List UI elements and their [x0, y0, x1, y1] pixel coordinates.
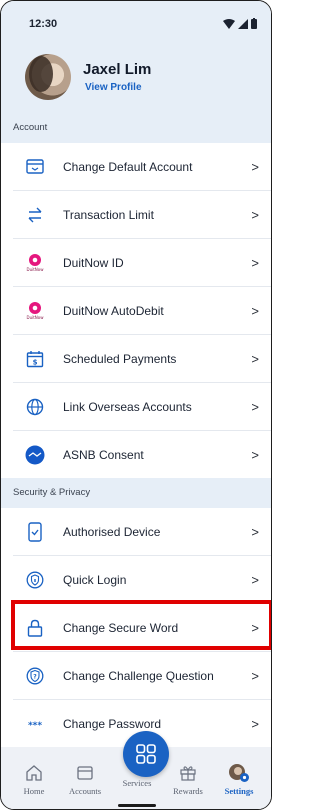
chevron-right-icon: > — [251, 255, 259, 270]
row-change-default-account[interactable]: Change Default Account > — [1, 143, 271, 190]
duitnow-icon: DuitNow — [25, 253, 45, 273]
avatar[interactable] — [25, 54, 71, 100]
chevron-right-icon: > — [251, 716, 259, 731]
wallet-icon — [60, 763, 110, 783]
duitnow-icon: DuitNow — [25, 301, 45, 321]
gift-icon — [163, 763, 213, 783]
status-bar: 12:30 — [1, 1, 271, 39]
shield-icon — [25, 570, 45, 590]
row-label: Change Password — [63, 716, 162, 731]
row-asnb-consent[interactable]: ASNB Consent > — [1, 431, 271, 478]
settings-screen: 12:30 Jaxel Lim View Profile Account Cha… — [0, 0, 272, 810]
row-duitnow-id[interactable]: DuitNow DuitNow ID > — [1, 239, 271, 286]
quick-login-highlight-box — [11, 600, 271, 650]
password-dots-icon: *** — [25, 714, 45, 734]
services-icon — [136, 744, 156, 764]
row-label: Transaction Limit — [63, 207, 154, 222]
services-fab[interactable] — [123, 731, 169, 777]
row-label: Quick Login — [63, 572, 127, 587]
row-label: Link Overseas Accounts — [63, 399, 192, 414]
chevron-right-icon: > — [251, 572, 259, 587]
row-label: Change Challenge Question — [63, 668, 214, 683]
nav-label: Settings — [224, 786, 254, 796]
nav-label: Rewards — [173, 786, 203, 796]
row-label: Authorised Device — [63, 524, 161, 539]
svg-text:DuitNow: DuitNow — [26, 315, 44, 320]
nav-accounts[interactable]: Accounts — [60, 763, 110, 796]
chevron-right-icon: > — [251, 524, 259, 539]
settings-avatar-icon — [214, 763, 264, 783]
nav-label: Accounts — [68, 786, 102, 796]
home-icon — [9, 763, 59, 783]
row-authorised-device[interactable]: Authorised Device > — [1, 508, 271, 555]
chevron-right-icon: > — [251, 207, 259, 222]
section-label-account: Account — [1, 113, 271, 143]
row-label: Change Default Account — [63, 159, 193, 174]
chevron-right-icon: > — [251, 447, 259, 462]
row-duitnow-autodebit[interactable]: DuitNow DuitNow AutoDebit > — [1, 287, 271, 334]
nav-home[interactable]: Home — [9, 763, 59, 796]
row-label: DuitNow ID — [63, 255, 124, 270]
asnb-icon — [25, 445, 45, 465]
status-icons — [223, 18, 257, 29]
transfer-arrows-icon — [25, 205, 45, 225]
phone-check-icon — [25, 521, 45, 542]
card-icon — [25, 157, 45, 177]
row-quick-login[interactable]: Quick Login > — [1, 556, 271, 603]
globe-icon — [25, 397, 45, 417]
battery-icon — [251, 18, 257, 29]
nav-label: Home — [23, 786, 45, 796]
svg-text:?: ? — [33, 673, 37, 680]
svg-text:DuitNow: DuitNow — [26, 267, 44, 272]
chevron-right-icon: > — [251, 399, 259, 414]
view-profile-link[interactable]: View Profile — [85, 82, 142, 93]
profile-name: Jaxel Lim — [83, 61, 152, 78]
chevron-right-icon: > — [251, 351, 259, 366]
wifi-icon — [223, 18, 235, 29]
row-link-overseas-accounts[interactable]: Link Overseas Accounts > — [1, 383, 271, 430]
profile-header: 12:30 Jaxel Lim View Profile — [1, 1, 271, 113]
row-transaction-limit[interactable]: Transaction Limit > — [1, 191, 271, 238]
svg-text:$: $ — [33, 358, 38, 366]
row-label: Scheduled Payments — [63, 351, 177, 366]
status-time: 12:30 — [29, 18, 58, 30]
row-label: ASNB Consent — [63, 447, 144, 462]
shield-question-icon: ? — [25, 666, 45, 686]
nav-settings[interactable]: Settings — [214, 763, 264, 796]
nav-label: Services — [122, 778, 152, 788]
chevron-right-icon: > — [251, 303, 259, 318]
nav-rewards[interactable]: Rewards — [163, 763, 213, 796]
row-change-challenge-question[interactable]: ? Change Challenge Question > — [1, 652, 271, 699]
section-label-security: Security & Privacy — [1, 478, 271, 508]
signal-icon — [238, 18, 248, 29]
chevron-right-icon: > — [251, 159, 259, 174]
calendar-dollar-icon: $ — [25, 349, 45, 369]
row-label: DuitNow AutoDebit — [63, 303, 164, 318]
svg-text:***: *** — [28, 721, 42, 729]
home-indicator — [118, 804, 156, 807]
row-scheduled-payments[interactable]: $ Scheduled Payments > — [1, 335, 271, 382]
nav-services[interactable]: Services — [112, 778, 162, 788]
chevron-right-icon: > — [251, 668, 259, 683]
